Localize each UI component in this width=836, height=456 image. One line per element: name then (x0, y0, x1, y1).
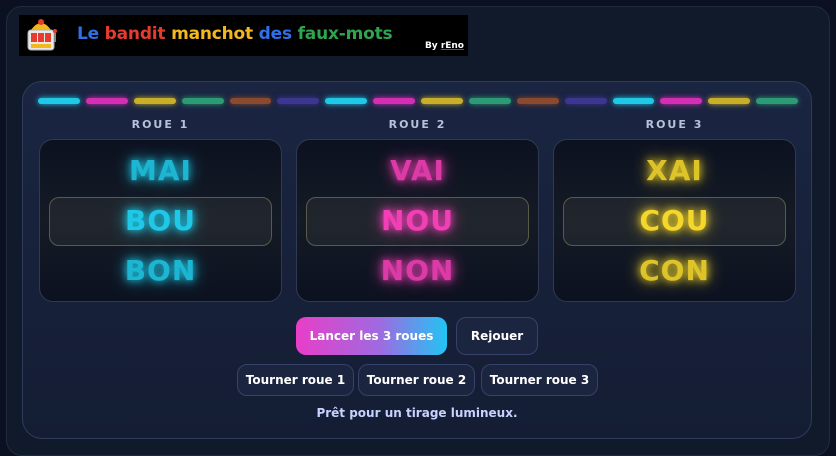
reel-1-label: ROUE 1 (131, 118, 190, 131)
marquee-light (373, 98, 415, 104)
reel-3-column: ROUE 3 XAI COU CON (553, 118, 796, 302)
marquee-light (325, 98, 368, 104)
slot-machine-panel: ROUE 1 MAI BOU BON ROUE 2 VAI NOU NON RO… (22, 81, 812, 439)
slot-machine-icon (27, 19, 57, 51)
reel-3: XAI COU CON (553, 139, 796, 302)
reel-2-symbol-middle: NOU (381, 204, 454, 237)
marquee-lights (38, 98, 798, 104)
reel-1-symbol-top: MAI (129, 154, 192, 187)
reel-3-symbol-bottom: CON (639, 254, 710, 287)
marquee-light (468, 98, 511, 104)
reel-3-symbol-top: XAI (646, 154, 703, 187)
banner-title-word: bandit (98, 24, 166, 44)
reel-3-symbol-middle: COU (639, 204, 710, 237)
marquee-light (708, 98, 751, 104)
marquee-light (38, 98, 80, 104)
banner-title-word: faux-mots (291, 24, 393, 44)
reel-1-column: ROUE 1 MAI BOU BON (39, 118, 282, 302)
byline: By rEno (424, 41, 464, 51)
banner-title-word: des (252, 24, 292, 44)
marquee-light (421, 98, 463, 104)
spin-all-reels-button[interactable]: Lancer les 3 roues (296, 317, 447, 355)
marquee-light (181, 98, 224, 104)
banner-title-word: manchot (165, 24, 253, 44)
reel-2-label: ROUE 2 (388, 118, 447, 131)
spin-reel-2-button[interactable]: Tourner roue 2 (358, 364, 475, 396)
banner-title-word: Le (77, 24, 99, 44)
replay-button[interactable]: Rejouer (456, 317, 538, 355)
status-message: Prêt pour un tirage lumineux. (316, 406, 518, 420)
marquee-light (612, 98, 655, 104)
reel-2-symbol-top: VAI (390, 154, 445, 187)
marquee-light (756, 98, 798, 104)
reel-2-symbol-bottom: NON (380, 254, 455, 287)
reel-2: VAI NOU NON (296, 139, 539, 302)
spin-reel-1-button[interactable]: Tourner roue 1 (237, 364, 354, 396)
reel-1: MAI BOU BON (39, 139, 282, 302)
marquee-light (660, 98, 703, 104)
marquee-light (229, 98, 272, 104)
reel-2-column: ROUE 2 VAI NOU NON (296, 118, 539, 302)
marquee-light (564, 98, 607, 104)
marquee-light (85, 98, 128, 104)
spin-reel-3-button[interactable]: Tourner roue 3 (481, 364, 598, 396)
reel-1-symbol-middle: BOU (125, 204, 196, 237)
banner-title: Le bandit manchot des faux-mots (77, 24, 393, 44)
title-banner: Le bandit manchot des faux-mots By rEno (19, 15, 468, 56)
reel-1-symbol-bottom: BON (124, 254, 197, 287)
marquee-light (516, 98, 559, 104)
reel-3-label: ROUE 3 (645, 118, 704, 131)
marquee-light (133, 98, 176, 104)
marquee-light (277, 98, 320, 104)
